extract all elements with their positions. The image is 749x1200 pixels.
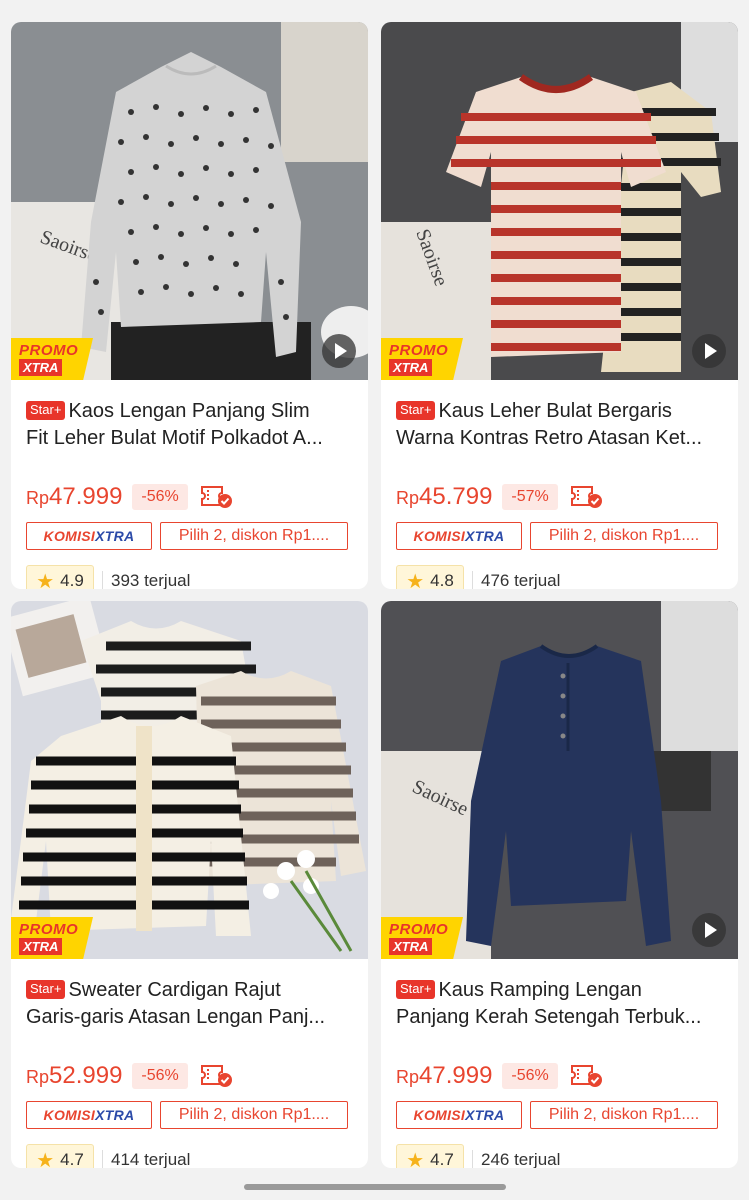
rating-badge: ★ 4.7: [26, 1144, 94, 1168]
product-price: Rp52.999: [26, 1062, 123, 1089]
product-card[interactable]: PROMO XTRA Star+ Sweater Cardigan Rajut G…: [11, 601, 368, 1168]
star-icon: ★: [406, 1149, 425, 1169]
voucher-check-icon: [200, 1065, 232, 1087]
komisi-xtra-badge: KOMISI XTRA: [396, 1101, 522, 1129]
discount-badge: -56%: [132, 484, 188, 510]
product-price: Rp47.999: [26, 483, 123, 510]
product-image[interactable]: Saoirse PROMO XTRA: [381, 601, 738, 959]
komisi-xtra-badge: KOMISI XTRA: [26, 522, 152, 550]
rating-badge: ★ 4.7: [396, 1144, 464, 1168]
play-video-icon[interactable]: [692, 913, 726, 947]
star-plus-badge: Star+: [26, 980, 66, 999]
product-title[interactable]: Star+ Sweater Cardigan Rajut Garis-garis …: [26, 977, 356, 1031]
product-card[interactable]: Saoirse PROMO XTRA: [381, 22, 738, 589]
bundle-discount-badge[interactable]: Pilih 2, diskon Rp1....: [160, 522, 348, 550]
product-card[interactable]: Saoirse PROMO XTRA Star+ Kaus Ramping Len…: [381, 601, 738, 1168]
bundle-discount-badge[interactable]: Pilih 2, diskon Rp1....: [530, 522, 718, 550]
rating-row: ★ 4.7 414 terjual: [26, 1144, 190, 1168]
rating-badge: ★ 4.8: [396, 565, 464, 589]
discount-badge: -57%: [502, 484, 558, 510]
promo-badges: KOMISI XTRA Pilih 2, diskon Rp1....: [396, 1101, 718, 1131]
promo-badges: KOMISI XTRA Pilih 2, diskon Rp1....: [26, 522, 348, 552]
sold-count: 476 terjual: [472, 571, 560, 589]
star-plus-badge: Star+: [26, 401, 66, 420]
play-video-icon[interactable]: [322, 334, 356, 368]
star-icon: ★: [36, 1149, 55, 1169]
price-row: Rp47.999 -56%: [26, 480, 234, 514]
promo-xtra-badge: PROMO XTRA: [11, 338, 93, 380]
voucher-check-icon: [570, 1065, 602, 1087]
rating-row: ★ 4.7 246 terjual: [396, 1144, 560, 1168]
rating-row: ★ 4.8 476 terjual: [396, 565, 560, 589]
price-row: Rp47.999 -56%: [396, 1059, 604, 1093]
product-card[interactable]: Saoirse PROMO XTRA: [11, 22, 368, 589]
price-row: Rp52.999 -56%: [26, 1059, 234, 1093]
promo-badges: KOMISI XTRA Pilih 2, diskon Rp1....: [26, 1101, 348, 1131]
product-title[interactable]: Star+ Kaus Ramping Lengan Panjang Kerah S…: [396, 977, 726, 1031]
price-row: Rp45.799 -57%: [396, 480, 604, 514]
promo-xtra-badge: PROMO XTRA: [381, 338, 463, 380]
promo-badges: KOMISI XTRA Pilih 2, diskon Rp1....: [396, 522, 718, 552]
product-image[interactable]: Saoirse PROMO XTRA: [11, 22, 368, 380]
play-video-icon[interactable]: [692, 334, 726, 368]
product-image[interactable]: Saoirse PROMO XTRA: [381, 22, 738, 380]
promo-xtra-badge: PROMO XTRA: [381, 917, 463, 959]
star-icon: ★: [36, 570, 55, 590]
product-title[interactable]: Star+ Kaus Leher Bulat Bergaris Warna Kon…: [396, 398, 726, 452]
rating-row: ★ 4.9 393 terjual: [26, 565, 190, 589]
star-plus-badge: Star+: [396, 401, 436, 420]
sold-count: 246 terjual: [472, 1150, 560, 1168]
sold-count: 393 terjual: [102, 571, 190, 589]
voucher-check-icon: [200, 486, 232, 508]
komisi-xtra-badge: KOMISI XTRA: [396, 522, 522, 550]
home-indicator[interactable]: [244, 1184, 506, 1190]
rating-badge: ★ 4.9: [26, 565, 94, 589]
sold-count: 414 terjual: [102, 1150, 190, 1168]
discount-badge: -56%: [502, 1063, 558, 1089]
star-icon: ★: [406, 570, 425, 590]
product-price: Rp45.799: [396, 483, 493, 510]
product-image[interactable]: PROMO XTRA: [11, 601, 368, 959]
product-title[interactable]: Star+ Kaos Lengan Panjang Slim Fit Leher …: [26, 398, 356, 452]
star-plus-badge: Star+: [396, 980, 436, 999]
product-price: Rp47.999: [396, 1062, 493, 1089]
promo-xtra-badge: PROMO XTRA: [11, 917, 93, 959]
voucher-check-icon: [570, 486, 602, 508]
komisi-xtra-badge: KOMISI XTRA: [26, 1101, 152, 1129]
discount-badge: -56%: [132, 1063, 188, 1089]
bundle-discount-badge[interactable]: Pilih 2, diskon Rp1....: [160, 1101, 348, 1129]
bundle-discount-badge[interactable]: Pilih 2, diskon Rp1....: [530, 1101, 718, 1129]
